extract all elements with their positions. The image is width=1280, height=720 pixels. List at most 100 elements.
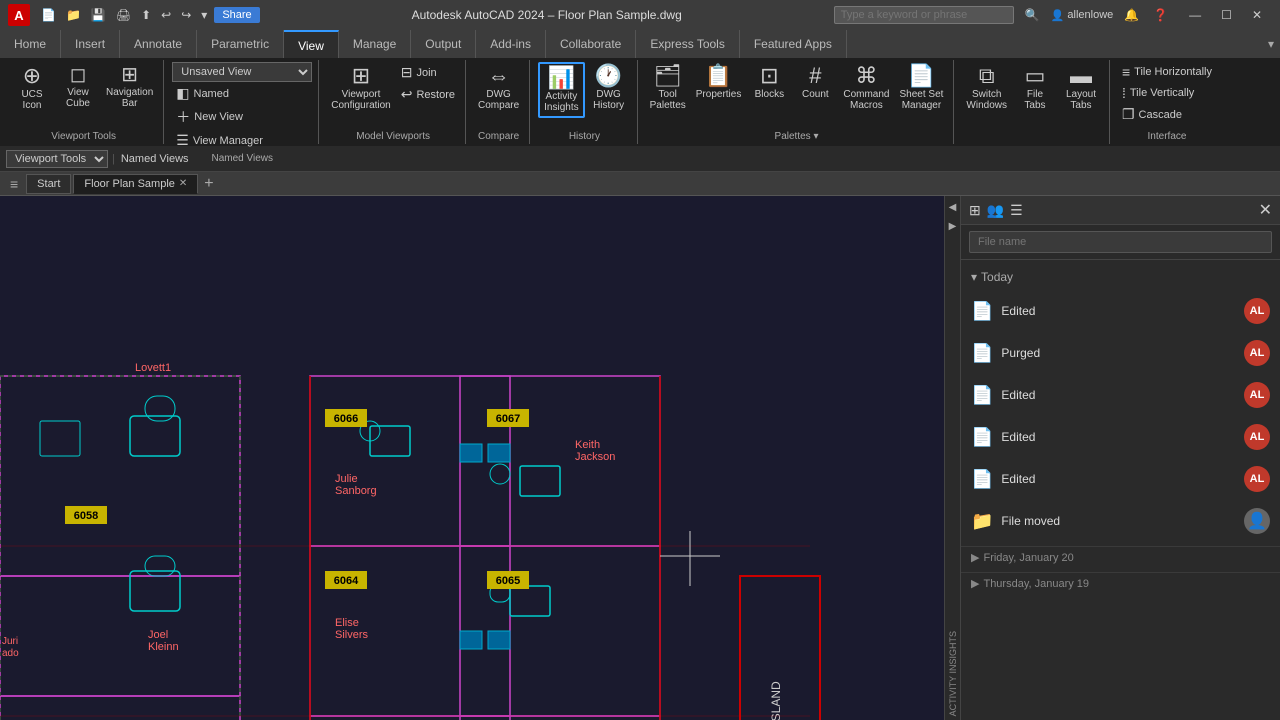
dwg-history-icon: 🕐: [595, 65, 622, 87]
viewport-tools-items: ⊕ UCSIcon ◻ ViewCube ⊞ NavigationBar: [10, 62, 157, 129]
activity-item-edited-2[interactable]: 📄 Edited AL: [961, 374, 1280, 416]
tab-add-btn[interactable]: +: [200, 175, 217, 193]
blocks-btn[interactable]: ⊡ Blocks: [747, 62, 791, 103]
tab-featured[interactable]: Featured Apps: [740, 30, 847, 58]
view-cube-btn[interactable]: ◻ ViewCube: [56, 62, 100, 112]
named-btn[interactable]: ◧ Named: [172, 83, 312, 104]
tab-view[interactable]: View: [284, 30, 339, 58]
new-view-btn[interactable]: ＋ New View: [172, 105, 312, 129]
user-menu[interactable]: 👤 allenlowe: [1051, 9, 1114, 22]
tile-horiz-btn[interactable]: ≡ Tile Horizontally: [1118, 62, 1216, 82]
help-icon[interactable]: ❓: [1150, 6, 1171, 24]
viewport-tools-section: Viewport Tools |: [6, 150, 115, 168]
thursday-expand-icon: ▶: [971, 577, 979, 590]
tab-collaborate[interactable]: Collaborate: [546, 30, 636, 58]
user-icon: 👤: [1051, 9, 1065, 22]
collapse-panel-btn[interactable]: ▶: [947, 219, 959, 234]
group-interface: ≡ Tile Horizontally ⁞ Tile Vertically ❐ …: [1112, 60, 1222, 144]
compare-label: Compare: [478, 129, 519, 142]
nav-bar-btn[interactable]: ⊞ NavigationBar: [102, 62, 157, 112]
tab-express[interactable]: Express Tools: [636, 30, 739, 58]
tab-output[interactable]: Output: [411, 30, 476, 58]
cascade-btn[interactable]: ❐ Cascade: [1118, 104, 1216, 125]
redo-btn[interactable]: ↪: [178, 6, 194, 24]
restore-btn[interactable]: ↩ Restore: [397, 84, 459, 105]
activity-insights-strip: ◀ ▶ ACTIVITY INSIGHTS: [944, 196, 960, 720]
tool-palettes-icon: 🗂: [654, 65, 682, 87]
users-btn[interactable]: 👥: [987, 202, 1004, 219]
view-dropdown[interactable]: Unsaved View: [172, 62, 312, 82]
dwg-history-btn[interactable]: 🕐 DWGHistory: [587, 62, 631, 114]
dwg-compare-btn[interactable]: ⇔ DWGCompare: [474, 62, 523, 114]
join-btn[interactable]: ⊟ Join: [397, 62, 459, 83]
properties-btn[interactable]: 📋 Properties: [692, 62, 746, 103]
activity-item-edited-4[interactable]: 📄 Edited AL: [961, 458, 1280, 500]
file-icon-4: 📄: [971, 469, 993, 490]
tab-insert[interactable]: Insert: [61, 30, 120, 58]
command-macros-btn[interactable]: ⌘ CommandMacros: [839, 62, 893, 114]
tab-manage[interactable]: Manage: [339, 30, 411, 58]
interface-items: ≡ Tile Horizontally ⁞ Tile Vertically ❐ …: [1118, 62, 1216, 129]
expand-panel-btn[interactable]: ◀: [947, 200, 959, 215]
friday-section-header[interactable]: ▶ Friday, January 20: [961, 546, 1280, 568]
tab-start[interactable]: Start: [26, 174, 71, 194]
ucs-icon-btn[interactable]: ⊕ UCSIcon: [10, 62, 54, 114]
avatar-purged: AL: [1244, 340, 1270, 366]
tab-addins[interactable]: Add-ins: [476, 30, 546, 58]
layout-tabs-btn[interactable]: ▬ LayoutTabs: [1059, 62, 1103, 114]
activity-item-edited-3[interactable]: 📄 Edited AL: [961, 416, 1280, 458]
activity-item-edited-1[interactable]: 📄 Edited AL: [961, 290, 1280, 332]
close-btn[interactable]: ✕: [1242, 0, 1272, 30]
ribbon-options[interactable]: ▾: [1268, 37, 1274, 51]
cad-canvas[interactable]: [-][Top][2D Wireframe] PRINTER ISLAND: [0, 196, 944, 720]
viewport-config-btn[interactable]: ⊞ ViewportConfiguration: [327, 62, 394, 114]
tab-annotate[interactable]: Annotate: [120, 30, 197, 58]
print-btn[interactable]: 🖨: [113, 6, 134, 24]
new-view-label: New View: [194, 111, 243, 123]
today-collapse-icon: ▾: [971, 270, 977, 284]
publish-btn[interactable]: ⬆: [138, 6, 154, 24]
activity-item-file-moved[interactable]: 📁 File moved 👤: [961, 500, 1280, 542]
named-views-section: Named Views: [121, 153, 189, 165]
activity-search-input[interactable]: [969, 231, 1272, 253]
count-btn[interactable]: # Count: [793, 62, 837, 103]
activity-item-purged[interactable]: 📄 Purged AL: [961, 332, 1280, 374]
file-tabs-btn[interactable]: ▭ FileTabs: [1013, 62, 1057, 114]
today-section-header[interactable]: ▾ Today: [961, 264, 1280, 290]
list-btn[interactable]: ☰: [1010, 202, 1023, 219]
tab-menu-btn[interactable]: ≡: [4, 176, 24, 192]
grid-view-btn[interactable]: ⊞: [969, 202, 981, 219]
viewport-tools-dropdown[interactable]: Viewport Tools: [6, 150, 108, 168]
maximize-btn[interactable]: ☐: [1211, 0, 1242, 30]
open-btn[interactable]: 📁: [63, 6, 84, 24]
sheet-set-btn[interactable]: 📄 Sheet SetManager: [895, 62, 947, 114]
save-btn[interactable]: 💾: [88, 6, 109, 24]
switch-windows-btn[interactable]: ⧉ SwitchWindows: [962, 62, 1011, 114]
model-viewports-label: Model Viewports: [356, 129, 430, 142]
activity-label-purged: Purged: [1001, 346, 1236, 360]
share-button[interactable]: Share: [214, 7, 259, 23]
properties-icon: 📋: [705, 65, 732, 87]
search-icon[interactable]: 🔍: [1022, 6, 1043, 24]
dropdown-arrow[interactable]: ▾: [198, 6, 210, 24]
tile-vert-btn[interactable]: ⁞ Tile Vertically: [1118, 83, 1216, 103]
tab-floor-plan[interactable]: Floor Plan Sample ✕: [73, 174, 198, 194]
view-manager-btn[interactable]: ☰ View Manager: [172, 130, 312, 151]
undo-btn[interactable]: ↩: [158, 6, 174, 24]
activity-insights-btn[interactable]: 📊 ActivityInsights: [538, 62, 584, 118]
thursday-section-header[interactable]: ▶ Thursday, January 19: [961, 572, 1280, 594]
ribbon-content: ⊕ UCSIcon ◻ ViewCube ⊞ NavigationBar Vie…: [0, 58, 1280, 146]
tool-palettes-btn[interactable]: 🗂 ToolPalettes: [646, 62, 690, 114]
new-btn[interactable]: 📄: [38, 6, 59, 24]
tab-home[interactable]: Home: [0, 30, 61, 58]
tab-parametric[interactable]: Parametric: [197, 30, 284, 58]
svg-text:Silvers: Silvers: [335, 629, 369, 641]
panel-close-btn[interactable]: ✕: [1259, 200, 1272, 220]
notification-icon[interactable]: 🔔: [1121, 6, 1142, 24]
tab-close-btn[interactable]: ✕: [179, 178, 187, 189]
tile-vert-icon: ⁞: [1122, 85, 1126, 101]
minimize-btn[interactable]: —: [1179, 0, 1211, 30]
svg-text:Juri: Juri: [2, 636, 18, 647]
switch-windows-icon: ⧉: [979, 65, 995, 87]
search-input[interactable]: [834, 6, 1014, 24]
